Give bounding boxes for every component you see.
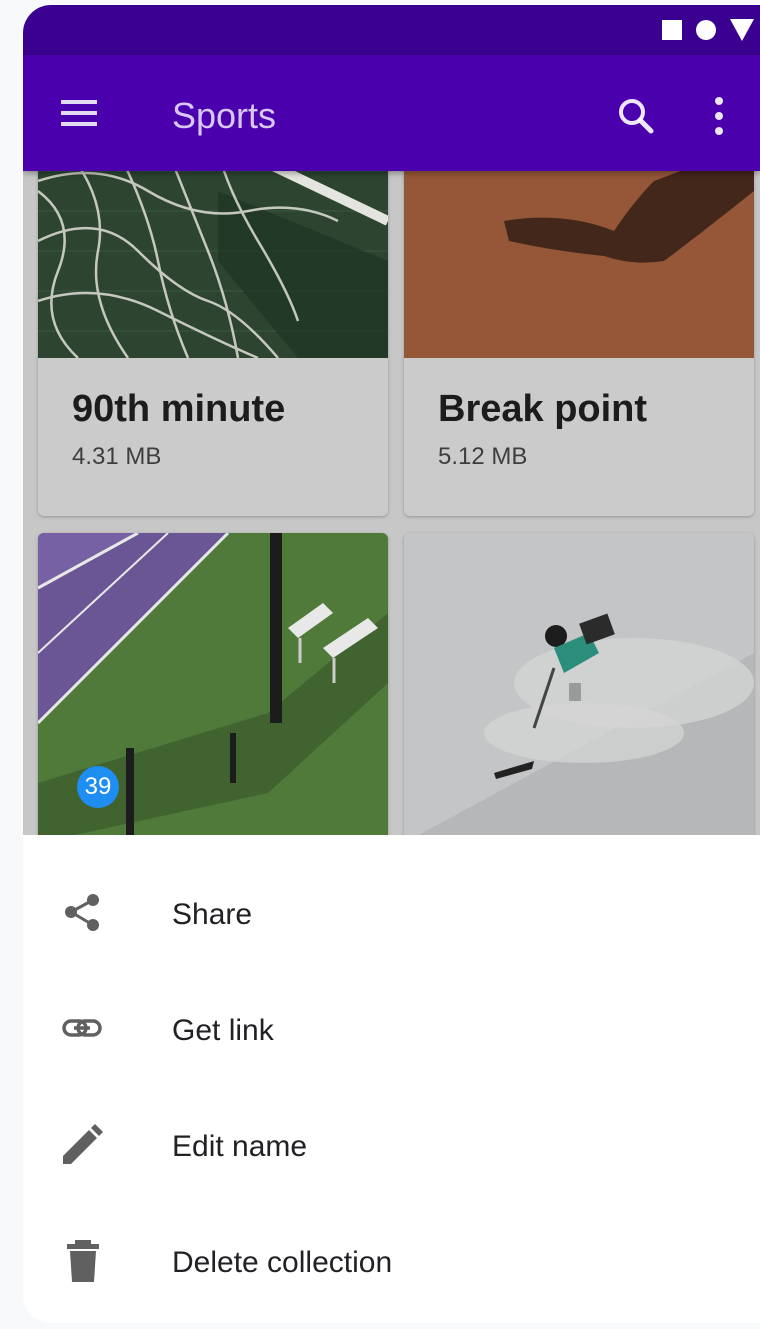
search-icon[interactable] [615, 95, 659, 139]
card-title: Break point [438, 388, 648, 430]
get-link-menu-item[interactable]: Get link [23, 972, 760, 1088]
circle-icon [696, 20, 716, 40]
trash-icon [61, 1240, 105, 1284]
menu-icon[interactable] [59, 99, 99, 129]
share-label: Share [172, 898, 253, 931]
edit-name-menu-item[interactable]: Edit name [23, 1088, 760, 1204]
card-image-skier [404, 533, 754, 843]
status-bar [23, 5, 760, 55]
collection-card[interactable] [404, 533, 754, 843]
top-app-bar: Sports [23, 55, 760, 171]
share-menu-item[interactable]: Share [23, 856, 760, 972]
get-link-label: Get link [172, 1014, 274, 1047]
delete-collection-label: Delete collection [172, 1246, 393, 1279]
card-size: 4.31 MB [72, 443, 162, 470]
phone-screen: Sports 90th minute 4.31 MB Break point 5… [23, 5, 760, 1323]
page-title: Sports [172, 95, 277, 136]
triangle-icon [730, 19, 754, 41]
share-icon [61, 892, 105, 936]
card-title: 90th minute [72, 388, 286, 430]
pencil-icon [61, 1124, 105, 1168]
delete-collection-menu-item[interactable]: Delete collection [23, 1204, 760, 1320]
card-image-clay-court [404, 151, 754, 358]
notification-badge: 39 [77, 766, 119, 808]
collection-card[interactable]: 90th minute 4.31 MB [38, 151, 388, 516]
square-icon [662, 20, 682, 40]
card-image-goal-net [38, 151, 388, 358]
bottom-sheet: Share Get link Edit name Delete collecti… [23, 835, 760, 1323]
more-vert-icon[interactable] [707, 95, 731, 139]
card-size: 5.12 MB [438, 443, 528, 470]
collections-grid: 90th minute 4.31 MB Break point 5.12 MB [23, 151, 760, 843]
collection-card[interactable]: Break point 5.12 MB [404, 151, 754, 516]
link-icon [61, 1008, 105, 1052]
edit-name-label: Edit name [172, 1130, 308, 1163]
